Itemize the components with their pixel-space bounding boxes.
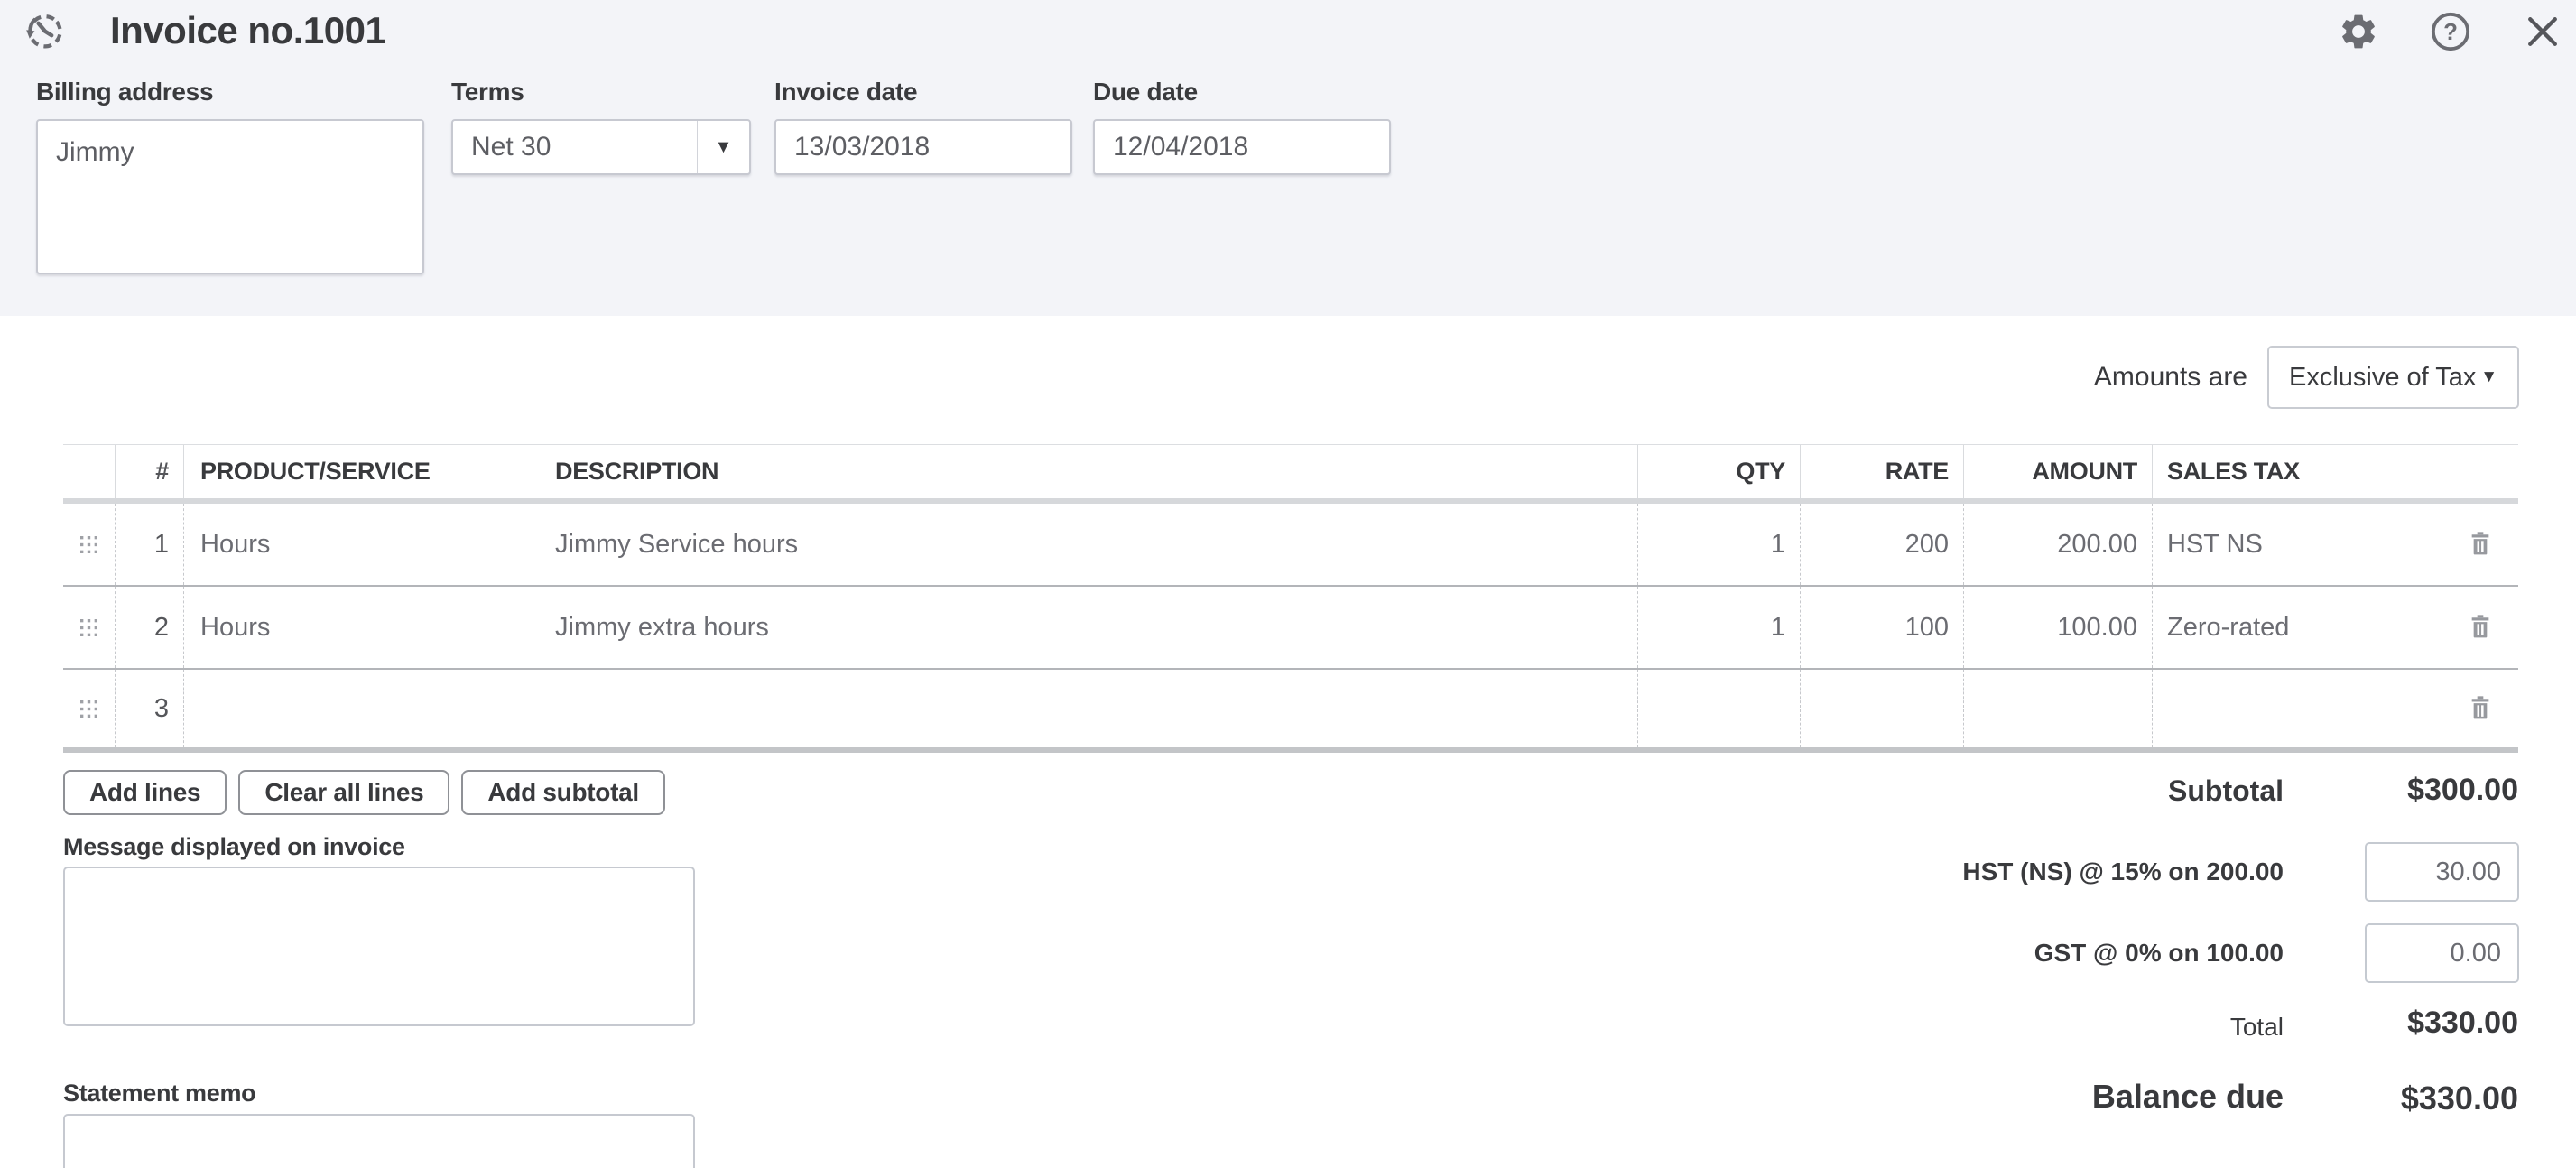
terms-label: Terms [451,78,751,107]
add-subtotal-button[interactable]: Add subtotal [461,770,665,815]
drag-handle-icon[interactable] [63,670,115,747]
description-cell[interactable]: Jimmy Service hours [542,504,1637,585]
gear-icon [2338,11,2379,55]
due-date-field: Due date [1093,78,1391,175]
qty-cell[interactable]: 1 [1637,504,1800,585]
invoice-date-label: Invoice date [774,78,1072,107]
invoice-form-page: Invoice no.1001 ? [0,0,2576,1168]
trash-icon [2466,529,2495,561]
total-value: $330.00 [2407,1006,2518,1041]
billing-address-label: Billing address [36,78,424,107]
delete-line-button[interactable] [2442,587,2518,668]
trash-icon [2466,693,2495,725]
amounts-are-label: Amounts are [2094,362,2247,393]
column-header-product: PRODUCT/SERVICE [183,445,542,498]
delete-line-button[interactable] [2442,504,2518,585]
amount-cell[interactable]: 200.00 [1963,504,2152,585]
product-cell[interactable]: Hours [183,587,542,668]
drag-handle-icon[interactable] [63,504,115,585]
column-header-amount: AMOUNT [1963,445,2152,498]
table-header-row: # PRODUCT/SERVICE DESCRIPTION QTY RATE A… [63,444,2518,504]
invoice-date-field: Invoice date [774,78,1072,175]
amount-cell[interactable]: 100.00 [1963,587,2152,668]
help-button[interactable]: ? [2429,11,2472,54]
column-header-sales-tax: SALES TAX [2152,445,2442,498]
table-row: 2 Hours Jimmy extra hours 1 100 100.00 Z… [63,587,2518,670]
table-row: 1 Hours Jimmy Service hours 1 200 200.00… [63,504,2518,587]
question-mark-glyph: ? [2443,19,2458,44]
add-lines-button[interactable]: Add lines [63,770,227,815]
recurring-clock-icon [22,11,65,54]
sales-tax-cell[interactable]: HST NS [2152,504,2442,585]
rate-cell[interactable]: 200 [1800,504,1963,585]
terms-selected-value: Net 30 [453,132,697,162]
column-header-number: # [115,445,183,498]
row-number: 2 [115,587,183,668]
qty-cell[interactable] [1637,670,1800,747]
triangle-down-icon: ▼ [715,137,733,158]
header-actions: ? [2337,11,2564,54]
statement-memo-label: Statement memo [63,1080,255,1108]
amounts-are-selected-value: Exclusive of Tax [2289,363,2476,393]
billing-address-input[interactable]: Jimmy [36,119,424,274]
invoice-message-label: Message displayed on invoice [63,833,405,861]
amounts-are-select[interactable]: Exclusive of Tax ▼ [2267,346,2519,409]
triangle-down-icon: ▼ [2480,367,2497,387]
subtotal-label: Subtotal [2168,774,2284,808]
column-header-actions [2442,445,2518,498]
delete-line-button[interactable] [2442,670,2518,747]
column-header-qty: QTY [1637,445,1800,498]
drag-handle-icon[interactable] [63,587,115,668]
hst-tax-label: HST (NS) @ 15% on 200.00 [1962,857,2284,886]
invoice-message-input[interactable] [63,867,695,1026]
terms-select[interactable]: Net 30 ▼ [451,119,751,175]
rate-cell[interactable]: 100 [1800,587,1963,668]
due-date-input[interactable] [1093,119,1391,175]
settings-button[interactable] [2337,11,2380,54]
balance-due-label: Balance due [2092,1078,2284,1116]
close-icon [2523,12,2562,54]
invoice-date-input[interactable] [774,119,1072,175]
terms-dropdown-zone[interactable]: ▼ [697,121,749,173]
gst-tax-label: GST @ 0% on 100.00 [2034,939,2284,968]
sales-tax-cell[interactable]: Zero-rated [2152,587,2442,668]
table-row: 3 [63,670,2518,753]
rate-cell[interactable] [1800,670,1963,747]
column-header-rate: RATE [1800,445,1963,498]
row-number: 1 [115,504,183,585]
help-icon: ? [2430,11,2471,55]
amount-cell[interactable] [1963,670,2152,747]
subtotal-value: $300.00 [2407,773,2518,808]
qty-cell[interactable]: 1 [1637,587,1800,668]
balance-due-value: $330.00 [2401,1080,2518,1117]
due-date-label: Due date [1093,78,1391,107]
column-header-handle [63,445,115,498]
trash-icon [2466,612,2495,644]
product-cell[interactable] [183,670,542,747]
invoice-header-panel: Invoice no.1001 ? [0,0,2576,316]
total-label: Total [2230,1013,2284,1042]
page-title: Invoice no.1001 [110,9,385,52]
line-items-table: # PRODUCT/SERVICE DESCRIPTION QTY RATE A… [63,444,2518,753]
column-header-description: DESCRIPTION [542,445,1637,498]
billing-address-field: Billing address Jimmy [36,78,424,279]
row-number: 3 [115,670,183,747]
close-button[interactable] [2521,11,2564,54]
table-actions: Add lines Clear all lines Add subtotal [63,770,665,815]
sales-tax-cell[interactable] [2152,670,2442,747]
product-cell[interactable]: Hours [183,504,542,585]
description-cell[interactable] [542,670,1637,747]
description-cell[interactable]: Jimmy extra hours [542,587,1637,668]
terms-field: Terms Net 30 ▼ [451,78,751,175]
hst-amount-input[interactable] [2365,842,2519,902]
gst-amount-input[interactable] [2365,923,2519,983]
statement-memo-input[interactable] [63,1114,695,1168]
clear-all-lines-button[interactable]: Clear all lines [238,770,449,815]
